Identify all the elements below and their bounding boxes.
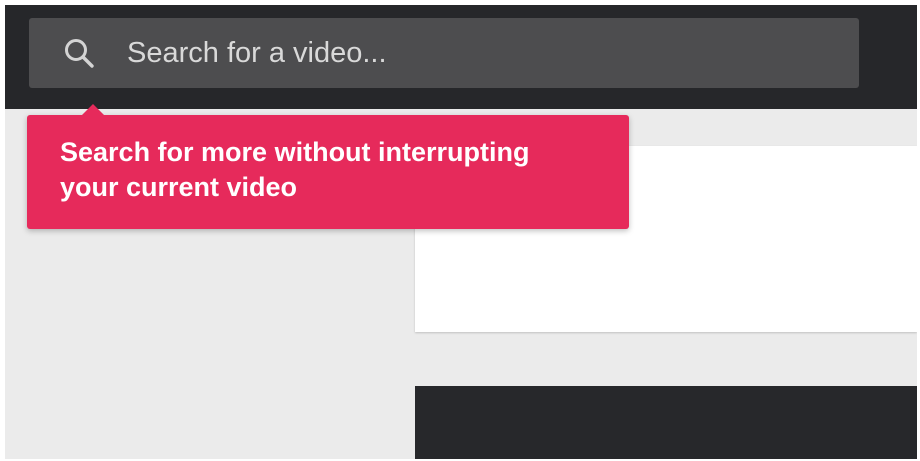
tooltip-line-1: Search for more without interrupting	[60, 137, 530, 167]
video-player-area[interactable]	[415, 386, 917, 459]
app-window: Search for more without interrupting your…	[5, 5, 917, 459]
search-input[interactable]	[127, 18, 859, 88]
tooltip-line-2: your current video	[60, 172, 298, 202]
tooltip-message: Search for more without interrupting your…	[60, 135, 605, 205]
top-bar	[5, 5, 917, 109]
tooltip-arrow	[82, 104, 104, 115]
search-tooltip: Search for more without interrupting your…	[27, 104, 629, 229]
search-bar[interactable]	[29, 18, 859, 88]
search-icon[interactable]	[61, 35, 97, 71]
